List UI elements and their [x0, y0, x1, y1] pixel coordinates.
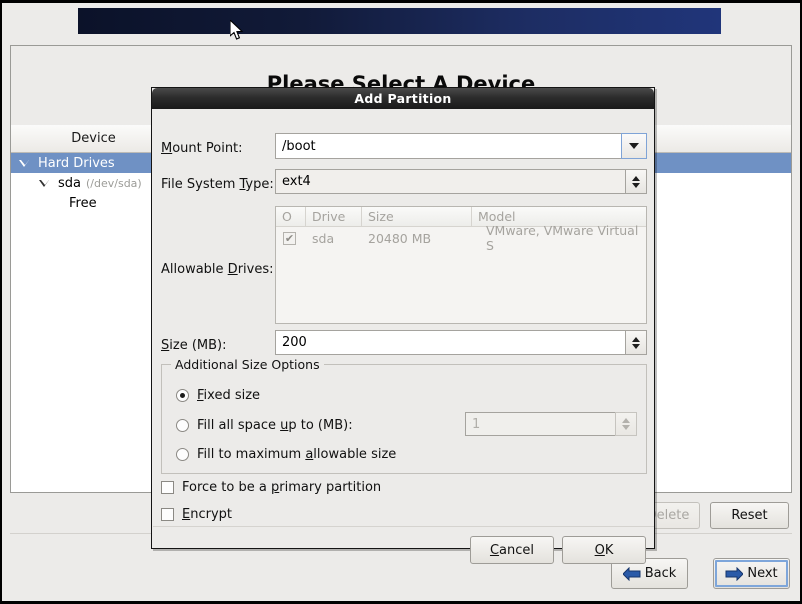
filesystem-type-label: File System Type:: [161, 177, 274, 192]
checkbox-force-primary-row[interactable]: Force to be a primary partition: [161, 480, 381, 495]
arrow-left-icon: [622, 566, 641, 581]
radio-fill-up-to[interactable]: [176, 419, 189, 432]
cancel-button[interactable]: Cancel: [470, 536, 554, 564]
allowable-drives-table[interactable]: O Drive Size Model ✔ sda 20480 MB VMware…: [275, 206, 647, 324]
chevron-down-icon[interactable]: [632, 182, 640, 188]
drive-model: VMware, VMware Virtual S: [486, 223, 639, 253]
additional-size-options-legend: Additional Size Options: [171, 357, 324, 372]
screen-left-border: [0, 0, 2, 604]
back-button-label: Back: [644, 566, 677, 581]
tree-row-label: Hard Drives: [38, 155, 115, 171]
drive-checkbox[interactable]: ✔: [283, 231, 296, 245]
expander-triangle-icon[interactable]: [39, 179, 50, 187]
chevron-up-icon[interactable]: [632, 175, 640, 181]
tree-row-label: Free: [69, 195, 97, 211]
tree-row-sublabel: (/dev/sda): [86, 176, 142, 190]
option-fill-max-label: Fill to maximum allowable size: [197, 447, 397, 462]
filesystem-type-spinner[interactable]: [625, 169, 647, 194]
add-partition-dialog: Add Partition Mount Point: /boot File Sy…: [151, 87, 655, 564]
checkbox-encrypt-row[interactable]: Encrypt: [161, 507, 232, 522]
drive-name: sda: [312, 230, 335, 246]
screen-top-border: [0, 0, 802, 3]
filesystem-type-combobox[interactable]: ext4: [275, 169, 647, 194]
ok-button[interactable]: OK: [562, 536, 646, 564]
option-fill-up-to[interactable]: Fill all space up to (MB):: [176, 418, 353, 433]
next-button[interactable]: Next: [713, 558, 790, 589]
ok-button-label: OK: [594, 542, 614, 558]
option-fill-max[interactable]: Fill to maximum allowable size: [176, 447, 396, 462]
checkbox-force-primary-label: Force to be a primary partition: [182, 480, 382, 495]
checkbox-encrypt[interactable]: [161, 508, 174, 521]
reset-button-label: Reset: [731, 508, 768, 523]
size-spinner-buttons[interactable]: [625, 330, 647, 355]
column-header-drive: Drive: [306, 207, 362, 226]
mount-point-dropdown-button[interactable]: [621, 133, 647, 159]
chevron-down-icon: [629, 143, 639, 149]
filesystem-type-value[interactable]: ext4: [275, 169, 625, 194]
column-header-o: O: [276, 207, 306, 226]
expander-triangle-icon[interactable]: [19, 159, 30, 167]
next-button-label: Next: [747, 566, 778, 581]
spinner-up-icon[interactable]: [622, 418, 630, 423]
dialog-button-separator: [153, 526, 654, 527]
arrow-right-icon: [725, 566, 744, 581]
spinner-down-icon[interactable]: [622, 425, 630, 430]
installer-banner: [78, 8, 721, 34]
option-fixed-size-label: Fixed size: [197, 388, 261, 403]
size-value[interactable]: 200: [275, 330, 625, 355]
dialog-body: Mount Point: /boot File System Type: ext…: [152, 109, 654, 564]
dialog-title: Add Partition: [354, 91, 452, 106]
spinner-up-icon[interactable]: [632, 336, 640, 342]
fill-up-to-spinbox[interactable]: 1: [465, 412, 637, 436]
drive-size: 20480 MB: [368, 230, 432, 246]
mount-point-label-text: ount Point:: [172, 141, 243, 156]
reset-button[interactable]: Reset: [710, 502, 789, 529]
dialog-title-bar: Add Partition: [152, 88, 654, 109]
column-header-size: Size: [362, 207, 472, 226]
size-spinbox[interactable]: 200: [275, 330, 647, 355]
option-fill-up-to-label: Fill all space up to (MB):: [197, 418, 353, 433]
checkbox-encrypt-label: Encrypt: [182, 507, 232, 522]
mount-point-value[interactable]: /boot: [275, 133, 621, 159]
tree-row-label: sda: [58, 175, 81, 191]
allowable-drives-label: Allowable Drives:: [161, 262, 274, 277]
fill-up-to-spinner-buttons[interactable]: [615, 412, 637, 436]
mount-point-combobox[interactable]: /boot: [275, 133, 647, 159]
cancel-button-label: Cancel: [489, 542, 535, 558]
fill-up-to-value[interactable]: 1: [465, 412, 615, 436]
option-fixed-size[interactable]: Fixed size: [176, 388, 260, 403]
checkbox-force-primary[interactable]: [161, 481, 174, 494]
drive-table-row[interactable]: ✔ sda 20480 MB VMware, VMware Virtual S: [276, 223, 646, 253]
screen: Please Select A Device Device Hard Drive…: [0, 0, 802, 604]
mouse-cursor-icon: [230, 20, 244, 40]
spinner-down-icon[interactable]: [632, 343, 640, 349]
radio-fixed-size[interactable]: [176, 389, 189, 402]
radio-fill-max[interactable]: [176, 448, 189, 461]
size-label: Size (MB):: [161, 338, 227, 353]
mount-point-label: Mount Point:: [161, 141, 243, 156]
